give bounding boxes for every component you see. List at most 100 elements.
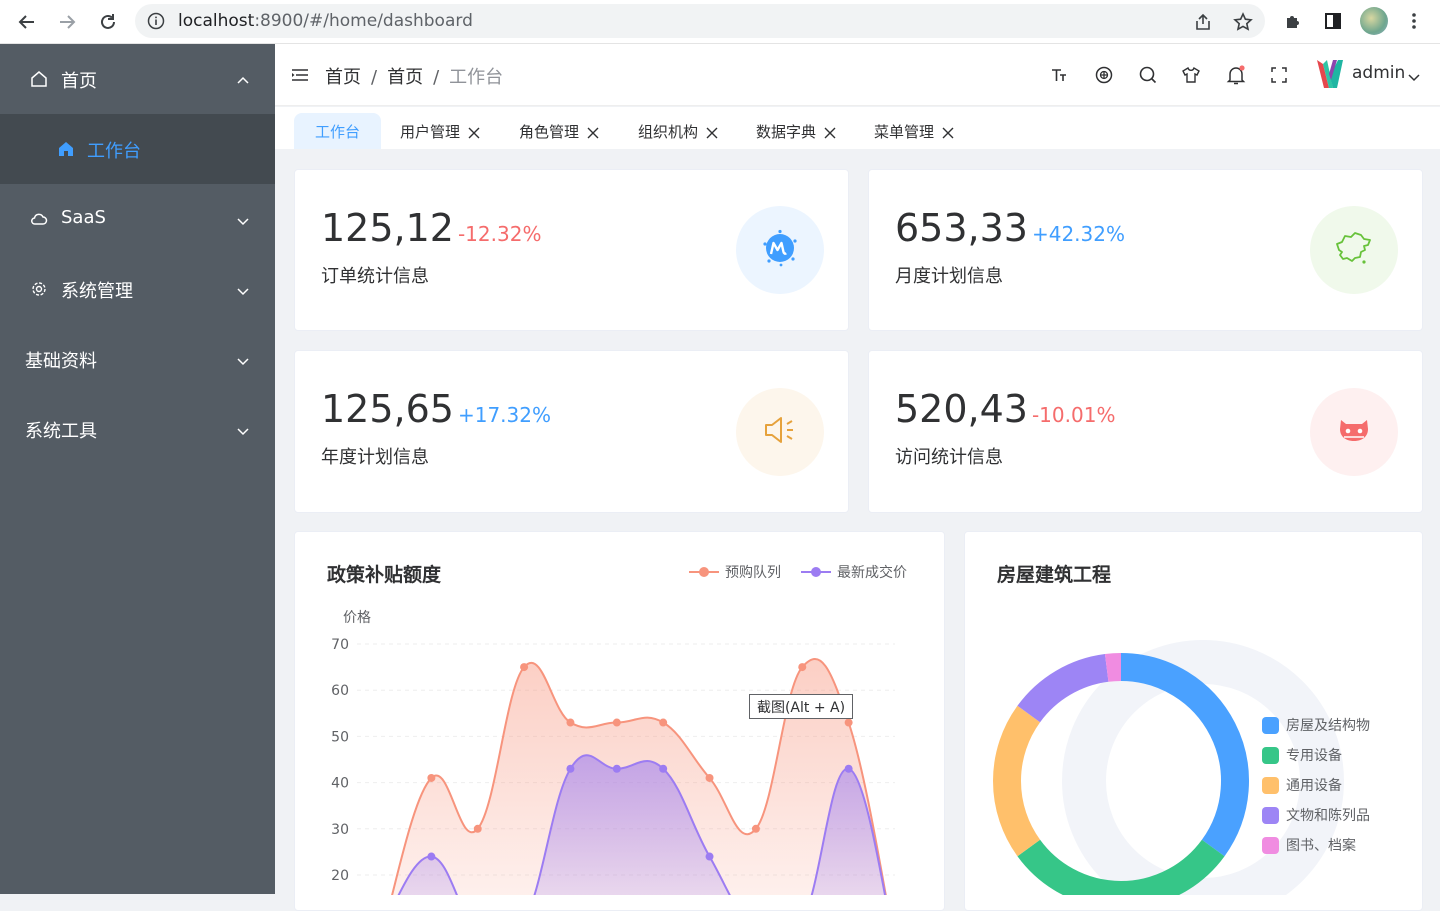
data-point[interactable] [751, 824, 760, 833]
donut-legend: 房屋及结构物 专用设备通用设备文物和陈列品 图书、档案 [1262, 710, 1370, 860]
legend-item[interactable]: 专用设备 [1262, 740, 1370, 770]
stat-change: +17.32% [457, 403, 551, 427]
legend-item[interactable]: 图书、档案 [1262, 830, 1370, 860]
sidebar-item-label: 系统工具 [25, 421, 97, 442]
chevron-down-icon [236, 282, 250, 296]
language-icon[interactable] [1093, 64, 1115, 86]
close-icon[interactable] [706, 125, 718, 139]
url-host: localhost [178, 11, 255, 31]
cloud-icon [30, 210, 48, 228]
side-panel-icon[interactable] [1321, 9, 1345, 33]
reload-icon[interactable] [94, 8, 122, 36]
site-info-icon[interactable] [147, 12, 165, 30]
breadcrumb-separator: / [371, 67, 378, 88]
sidebar-item-label: 系统管理 [61, 281, 133, 302]
stat-value: 125,65 +17.32% [321, 387, 551, 431]
data-point[interactable] [844, 764, 853, 773]
top-header: 首页 / 首页 / 工作台 admin [275, 44, 1440, 106]
meetup-icon [760, 228, 800, 272]
data-point[interactable] [705, 773, 714, 782]
collapse-menu-icon[interactable] [291, 66, 309, 84]
legend-swatch [1262, 776, 1279, 794]
more-vert-icon[interactable] [1402, 9, 1426, 33]
stat-icon-circle [736, 388, 824, 476]
data-point[interactable] [798, 663, 807, 672]
stat-icon-circle [736, 206, 824, 294]
data-point[interactable] [844, 718, 853, 727]
forward-arrow-icon[interactable] [53, 8, 81, 36]
sidebar-item-system-tools[interactable]: 系统工具 [0, 394, 275, 464]
tag-label: 组织机构 [638, 122, 699, 141]
legend-swatch [1262, 716, 1279, 734]
close-icon[interactable] [587, 125, 599, 139]
profile-avatar[interactable] [1360, 7, 1388, 35]
legend-item[interactable]: 房屋及结构物 [1262, 710, 1370, 740]
donut-slice[interactable] [1104, 653, 1122, 682]
stat-label: 订单统计信息 [321, 266, 429, 287]
close-icon[interactable] [824, 125, 836, 139]
address-bar[interactable]: localhost:8900/#/home/dashboard [135, 4, 1265, 38]
tag-user-management[interactable]: 用户管理 [400, 113, 480, 149]
notification-bell-icon[interactable] [1225, 64, 1247, 86]
github-icon [1334, 410, 1374, 454]
tag-organization[interactable]: 组织机构 [638, 113, 718, 149]
data-point[interactable] [659, 718, 668, 727]
data-point[interactable] [659, 764, 668, 773]
share-icon[interactable] [1192, 11, 1214, 33]
sidebar-item-saas[interactable]: SaaS [0, 184, 275, 254]
fullscreen-icon[interactable] [1268, 64, 1290, 86]
data-point[interactable] [612, 718, 621, 727]
search-icon[interactable] [1137, 64, 1159, 86]
legend-swatch [1262, 836, 1279, 854]
stat-number: 653,33 [895, 206, 1028, 250]
font-size-icon[interactable] [1048, 64, 1070, 86]
chevron-down-icon[interactable] [1407, 69, 1421, 83]
tag-label: 角色管理 [519, 122, 580, 141]
subsidy-chart-panel: 政策补贴额度 预购队列 最新成交价 价格 20 30 40 50 60 70 [294, 531, 945, 911]
breadcrumb-item[interactable]: 首页 [387, 67, 423, 88]
stat-value: 520,43 -10.01% [895, 387, 1115, 431]
breadcrumb-item[interactable]: 首页 [325, 67, 361, 88]
tag-role-management[interactable]: 角色管理 [519, 113, 599, 149]
donut-slice[interactable] [993, 705, 1041, 857]
data-point[interactable] [520, 663, 529, 672]
sidebar-item-workbench[interactable]: 工作台 [0, 114, 275, 184]
close-icon[interactable] [942, 125, 954, 139]
stat-label: 年度计划信息 [321, 447, 429, 468]
sidebar-item-basic-data[interactable]: 基础资料 [0, 324, 275, 394]
stat-card-visits: 520,43 -10.01% 访问统计信息 [868, 350, 1423, 513]
sidebar-item-system[interactable]: 系统管理 [0, 254, 275, 324]
legend-label: 通用设备 [1286, 778, 1342, 794]
data-point[interactable] [705, 852, 714, 861]
stat-number: 125,12 [321, 206, 454, 250]
data-point[interactable] [566, 718, 575, 727]
stat-icon-circle [1310, 388, 1398, 476]
tag-data-dictionary[interactable]: 数据字典 [756, 113, 836, 149]
url-path: :8900/#/home/dashboard [254, 11, 473, 31]
sidebar-item-home[interactable]: 首页 [0, 44, 275, 114]
y-tick-label: 60 [331, 683, 349, 699]
close-icon[interactable] [468, 125, 480, 139]
legend-swatch [1262, 806, 1279, 824]
extensions-puzzle-icon[interactable] [1282, 9, 1306, 33]
legend-item[interactable]: 通用设备 [1262, 770, 1370, 800]
chevron-down-icon [236, 212, 250, 226]
data-point[interactable] [473, 824, 482, 833]
legend-item[interactable]: 文物和陈列品 [1262, 800, 1370, 830]
data-point[interactable] [566, 764, 575, 773]
y-tick-label: 30 [331, 822, 349, 838]
tags-view: 工作台 用户管理 角色管理 组织机构 数据字典 菜单管理 [275, 107, 1440, 149]
data-point[interactable] [427, 773, 436, 782]
bookmark-star-icon[interactable] [1232, 11, 1254, 33]
data-point[interactable] [427, 852, 436, 861]
tag-menu-management[interactable]: 菜单管理 [874, 113, 954, 149]
y-tick-label: 20 [331, 868, 349, 884]
url-text[interactable]: localhost:8900/#/home/dashboard [178, 11, 473, 31]
tag-workbench[interactable]: 工作台 [294, 113, 382, 149]
theme-shirt-icon[interactable] [1180, 64, 1202, 86]
back-arrow-icon[interactable] [13, 8, 41, 36]
user-name[interactable]: admin [1352, 63, 1405, 83]
data-point[interactable] [612, 764, 621, 773]
user-avatar[interactable] [1315, 58, 1345, 90]
tag-label: 工作台 [315, 122, 361, 141]
